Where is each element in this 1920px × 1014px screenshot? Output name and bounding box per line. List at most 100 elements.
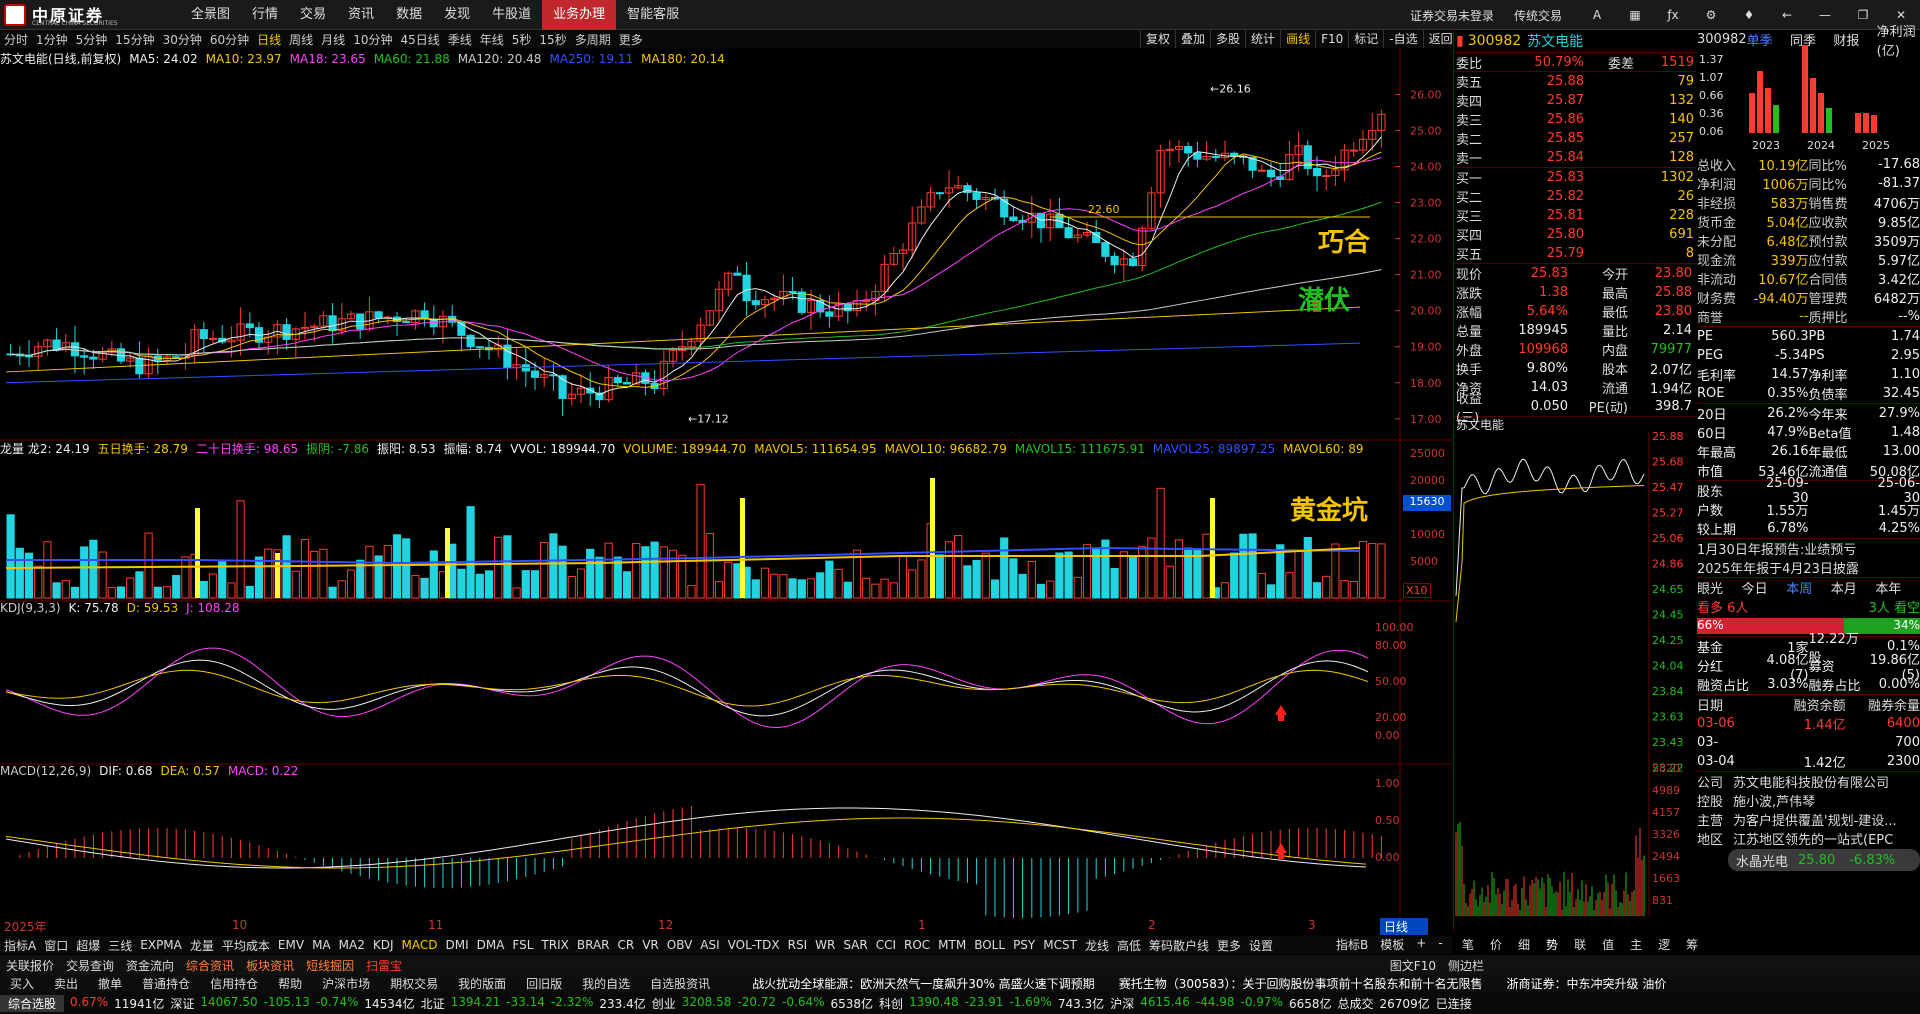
indicator-tab[interactable]: 窗口 [40,937,72,954]
func-link[interactable]: 扫雷宝 [360,957,408,974]
toolbar-button[interactable]: 信用持仓 [200,975,268,992]
func-right-link[interactable]: 图文F10 [1384,957,1442,974]
period-8[interactable]: 月线 [317,31,349,48]
settings-icon[interactable]: ⚙ [1702,6,1720,24]
trade-login-status[interactable]: 证券交易未登录 [1410,7,1494,24]
indicator-tab[interactable]: FSL [508,938,537,952]
buy-row[interactable]: 买五 25.79 8 [1454,244,1696,263]
indicator-tab[interactable]: OBV [663,938,697,952]
yanguang-tab[interactable]: 本周 [1786,578,1831,597]
indicator-tab[interactable]: EXPMA [136,938,186,952]
yanguang-tab[interactable]: 本月 [1831,578,1876,597]
period-4[interactable]: 30分钟 [159,31,206,48]
status-label[interactable]: 综合选股 [0,994,65,1012]
indicator-tab[interactable]: MTM [934,938,970,952]
font-size-icon[interactable]: A [1588,6,1606,24]
func-right-link[interactable]: 侧边栏 [1442,957,1490,974]
indicator-tab[interactable]: RSI [784,938,812,952]
tool-button-0[interactable]: 复权 [1140,30,1175,48]
period-6[interactable]: 日线 [253,31,285,48]
toolbar-button[interactable]: 普通持仓 [132,975,200,992]
tool-button-2[interactable]: 多股 [1210,30,1245,48]
indicator-tab[interactable]: VR [638,938,663,952]
yanguang-tab[interactable]: 今日 [1742,578,1787,597]
indicator-tab[interactable]: CCI [872,938,900,952]
tool-button-1[interactable]: 叠加 [1175,30,1210,48]
back-icon[interactable]: ← [1778,6,1796,24]
kline-chart[interactable]: 26.00 25.00 24.00 23.00 22.00 21.00 20.00 19.00… [0,48,1453,918]
indicator-tab[interactable]: 龙量 [186,937,218,954]
intraday-tab[interactable]: 细 [1510,936,1538,953]
menu-item[interactable]: 数据 [385,0,433,30]
intraday-tab[interactable]: 逻 [1650,936,1678,953]
yanguang-tab[interactable]: 本年 [1875,578,1920,597]
buy-row[interactable]: 买一 25.83 1302 [1454,168,1696,187]
intraday-tab[interactable]: 笔 [1454,936,1482,953]
intraday-tab[interactable]: 势 [1538,936,1566,953]
tool-button-3[interactable]: 统计 [1245,30,1280,48]
buy-row[interactable]: 买二 25.82 26 [1454,187,1696,206]
period-13[interactable]: 5秒 [508,31,536,48]
indicator-tab[interactable]: EMV [274,938,308,952]
indicator-tab[interactable]: TRIX [537,938,572,952]
intraday-chart[interactable]: 25.88 25.68 25.47 25.27 25.06 24.86 24.65 24.45… [1454,430,1696,916]
menu-item[interactable]: 发现 [433,0,481,30]
buy-row[interactable]: 买三 25.81 228 [1454,206,1696,225]
tool-button-5[interactable]: F10 [1315,30,1348,48]
theme-icon[interactable]: ♦ [1740,6,1758,24]
period-12[interactable]: 年线 [476,31,508,48]
grid-icon[interactable]: ▦ [1626,6,1644,24]
func-link[interactable]: 综合资讯 [180,957,240,974]
sell-row[interactable]: 卖三 25.86 140 [1454,110,1696,129]
menu-item[interactable]: 智能客服 [616,0,690,30]
fin-tab[interactable]: 财报 [1833,30,1876,49]
func-link[interactable]: 资金流向 [120,957,180,974]
menu-item[interactable]: 牛股道 [481,0,542,30]
sell-row[interactable]: 卖五 25.88 79 [1454,72,1696,91]
buy-row[interactable]: 买四 25.80 691 [1454,225,1696,244]
news-item[interactable]: 战火扰动全球能源：欧洲天然气一度飙升30% 高盛火速下调预期 [740,975,1107,992]
period-15[interactable]: 多周期 [571,31,615,48]
period-5[interactable]: 60分钟 [206,31,253,48]
indicator-tab[interactable]: ROC [900,938,934,952]
intraday-tab[interactable]: 联 [1566,936,1594,953]
menu-item[interactable]: 全景图 [180,0,241,30]
formula-icon[interactable]: ƒx [1664,6,1682,24]
indicator-tab[interactable]: 平均成本 [218,937,274,954]
indicator-control[interactable]: 模板 [1374,936,1410,953]
period-10[interactable]: 45日线 [396,31,443,48]
indicator-tab[interactable]: BRAR [573,938,614,952]
indicator-tab[interactable]: 指标A [0,937,40,954]
toolbar-button[interactable]: 期权交易 [380,975,448,992]
tool-button-7[interactable]: -自选 [1383,30,1422,48]
indicator-tab[interactable]: 设置 [1245,937,1277,954]
toolbar-button[interactable]: 撤单 [88,975,132,992]
period-16[interactable]: 更多 [615,31,647,48]
period-7[interactable]: 周线 [285,31,317,48]
tool-button-6[interactable]: 标记 [1348,30,1383,48]
sell-row[interactable]: 卖一 25.84 128 [1454,148,1696,167]
indicator-tab[interactable]: 龙线 [1081,937,1113,954]
fin-tab[interactable]: 同季 [1790,30,1833,49]
period-1[interactable]: 1分钟 [32,31,72,48]
traditional-trade-link[interactable]: 传统交易 [1514,7,1562,24]
func-link[interactable]: 交易查询 [60,957,120,974]
toolbar-button[interactable]: 卖出 [44,975,88,992]
indicator-tab[interactable]: WR [811,938,839,952]
period-0[interactable]: 分时 [0,31,32,48]
period-14[interactable]: 15秒 [535,31,570,48]
menu-item[interactable]: 行情 [241,0,289,30]
menu-item[interactable]: 资讯 [337,0,385,30]
period-2[interactable]: 5分钟 [72,31,112,48]
indicator-tab[interactable]: MACD [397,938,441,952]
indicator-tab[interactable]: BOLL [970,938,1009,952]
notice-line[interactable]: 2025年年报于4月23日披露 [1697,558,1920,577]
menu-item[interactable]: 交易 [289,0,337,30]
toolbar-button[interactable]: 帮助 [268,975,312,992]
sell-row[interactable]: 卖二 25.85 257 [1454,129,1696,148]
notice-line[interactable]: 1月30日年报预告:业绩预亏 [1697,539,1920,558]
news-item[interactable]: 浙商证券：中东冲突升级 油价 [1495,975,1679,992]
indicator-tab[interactable]: 更多 [1213,937,1245,954]
toolbar-button[interactable]: 我的版面 [448,975,516,992]
stock-popup[interactable]: 水晶光电 25.80 -6.83% [1728,849,1920,871]
